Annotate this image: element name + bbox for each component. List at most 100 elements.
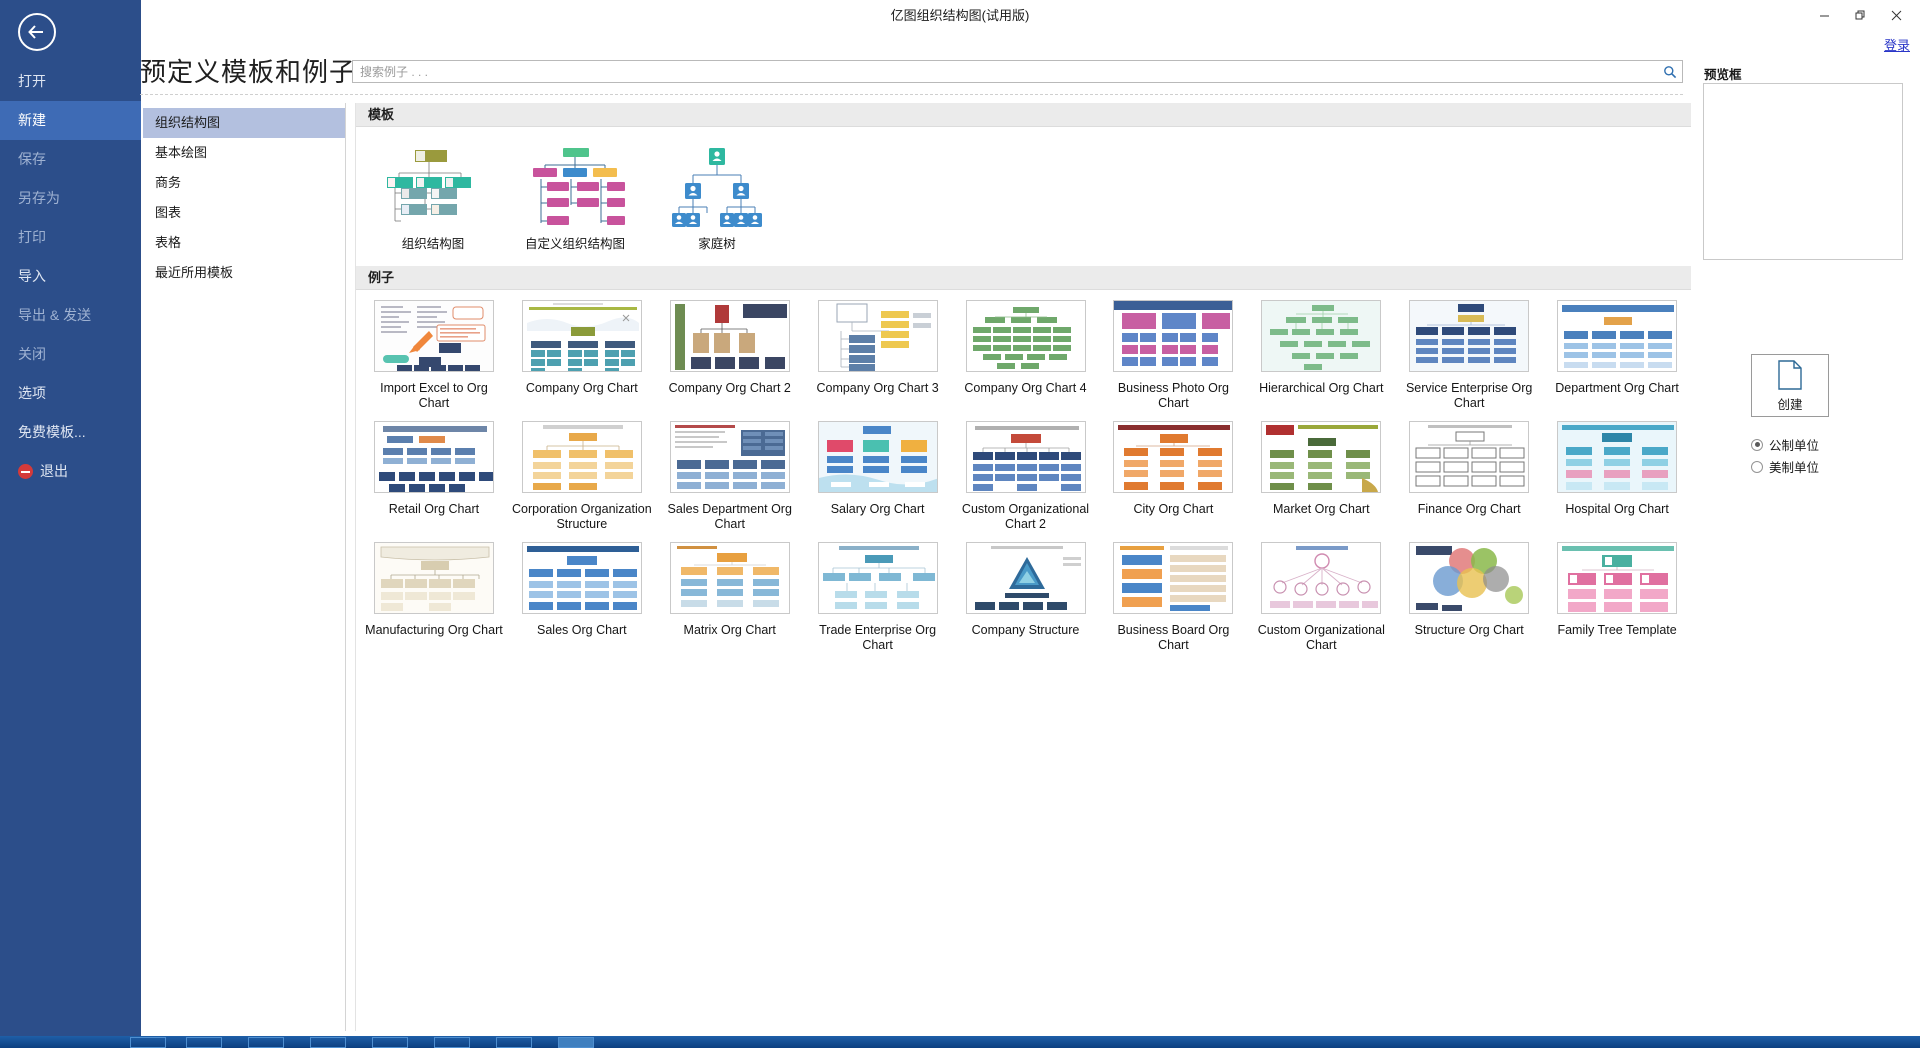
example-card[interactable]: Sales Org Chart: [508, 532, 656, 653]
taskbar-item[interactable]: [130, 1037, 166, 1048]
template-card-org-chart[interactable]: 组织结构图: [362, 143, 504, 266]
header-divider: [140, 94, 1683, 95]
nav-item-print[interactable]: 打印: [0, 218, 141, 257]
nav-item-export-send[interactable]: 导出 & 发送: [0, 296, 141, 335]
unit-option-metric[interactable]: 公制单位: [1751, 435, 1819, 454]
example-label: Company Org Chart 4: [964, 381, 1087, 395]
category-item-basic-draw[interactable]: 基本绘图: [143, 138, 345, 168]
example-thumbnail: [1409, 542, 1530, 614]
taskbar-item-active[interactable]: [558, 1037, 594, 1048]
preview-title: 预览框: [1704, 68, 1742, 82]
example-card[interactable]: Salary Org Chart: [804, 411, 952, 532]
radio-metric[interactable]: [1751, 438, 1763, 451]
category-item-org-chart[interactable]: 组织结构图: [143, 108, 345, 138]
category-item-business[interactable]: 商务: [143, 168, 345, 198]
login-link[interactable]: 登录: [1884, 35, 1910, 54]
template-card-custom-org-chart[interactable]: 自定义组织结构图: [504, 143, 646, 266]
nav-item-options[interactable]: 选项: [0, 374, 141, 413]
taskbar-item[interactable]: [248, 1037, 284, 1048]
example-card[interactable]: Company Org Chart 4: [952, 290, 1100, 411]
example-card[interactable]: Matrix Org Chart: [656, 532, 804, 653]
restore-button[interactable]: [1842, 2, 1878, 28]
example-thumbnail: [521, 542, 642, 614]
example-card[interactable]: Retail Org Chart: [360, 411, 508, 532]
example-card[interactable]: Company Org Chart: [508, 290, 656, 411]
nav-item-close[interactable]: 关闭: [0, 335, 141, 374]
example-card[interactable]: Market Org Chart: [1247, 411, 1395, 532]
example-card[interactable]: Hospital Org Chart: [1543, 411, 1691, 532]
example-thumbnail: [1557, 421, 1678, 493]
close-button[interactable]: [1878, 2, 1914, 28]
taskbar-item[interactable]: [186, 1037, 222, 1048]
category-item-recent[interactable]: 最近所用模板: [143, 258, 345, 288]
preview-panel: 预览框 创建 公制单位 美制单位: [1695, 58, 1920, 1018]
category-item-tables[interactable]: 表格: [143, 228, 345, 258]
unit-option-imperial-label: 美制单位: [1769, 461, 1820, 475]
example-label: Custom Organizational Chart 2: [961, 502, 1090, 531]
template-card-family-tree[interactable]: 家庭树: [646, 143, 788, 266]
example-label: Finance Org Chart: [1417, 502, 1521, 516]
template-thumbnail: [366, 143, 500, 229]
close-icon: [1891, 10, 1901, 20]
nav-item-new[interactable]: 新建: [0, 101, 141, 140]
nav-item-open[interactable]: 打开: [0, 62, 141, 101]
window-title: 亿图组织结构图(试用版): [890, 8, 1030, 23]
example-label: Company Structure: [971, 623, 1080, 637]
nav-item-exit-label: 退出: [40, 463, 68, 479]
example-card[interactable]: Custom Organizational Chart 2: [952, 411, 1100, 532]
example-card[interactable]: Company Org Chart 2: [656, 290, 804, 411]
example-card[interactable]: Finance Org Chart: [1395, 411, 1543, 532]
exit-icon: [18, 464, 33, 479]
examples-row: Manufacturing Org Chart Sales Org Chart …: [356, 532, 1691, 653]
example-card[interactable]: Hierarchical Org Chart: [1247, 290, 1395, 411]
example-thumbnail: [965, 421, 1086, 493]
left-navigation: 打开 新建 保存 另存为 打印 导入 导出 & 发送 关闭 选项 免费模板...…: [0, 0, 141, 1036]
radio-imperial[interactable]: [1751, 460, 1763, 473]
example-card[interactable]: Sales Department Org Chart: [656, 411, 804, 532]
nav-item-save[interactable]: 保存: [0, 140, 141, 179]
example-label: City Org Chart: [1133, 502, 1214, 516]
example-label: Department Org Chart: [1555, 381, 1679, 395]
template-label: 组织结构图: [401, 237, 465, 251]
example-label: Manufacturing Org Chart: [365, 623, 503, 637]
search-icon[interactable]: [1658, 65, 1682, 79]
example-card[interactable]: Company Structure: [952, 532, 1100, 653]
example-card[interactable]: Manufacturing Org Chart: [360, 532, 508, 653]
example-card[interactable]: Family Tree Template: [1543, 532, 1691, 653]
taskbar-item[interactable]: [372, 1037, 408, 1048]
category-panel: 组织结构图 基本绘图 商务 图表 表格 最近所用模板: [143, 103, 346, 1031]
example-thumbnail: [1113, 542, 1234, 614]
example-card[interactable]: City Org Chart: [1099, 411, 1247, 532]
template-thumbnail: [650, 143, 784, 229]
category-item-charts[interactable]: 图表: [143, 198, 345, 228]
nav-item-import[interactable]: 导入: [0, 257, 141, 296]
taskbar-item[interactable]: [310, 1037, 346, 1048]
example-card[interactable]: Business Board Org Chart: [1099, 532, 1247, 653]
example-card[interactable]: Company Org Chart 3: [804, 290, 952, 411]
example-thumbnail: [965, 542, 1086, 614]
taskbar[interactable]: [0, 1036, 1920, 1048]
search-box[interactable]: [352, 60, 1683, 83]
example-card[interactable]: Structure Org Chart: [1395, 532, 1543, 653]
back-button[interactable]: [18, 13, 56, 51]
nav-item-exit[interactable]: 退出: [0, 452, 141, 491]
example-card[interactable]: Service Enterprise Org Chart: [1395, 290, 1543, 411]
example-card[interactable]: Department Org Chart: [1543, 290, 1691, 411]
unit-option-imperial[interactable]: 美制单位: [1751, 457, 1819, 476]
example-card[interactable]: Import Excel to Org Chart: [360, 290, 508, 411]
taskbar-item[interactable]: [496, 1037, 532, 1048]
example-thumbnail: [1261, 300, 1382, 372]
example-label: Import Excel to Org Chart: [380, 381, 488, 410]
nav-item-free-templates[interactable]: 免费模板...: [0, 413, 141, 452]
minimize-button[interactable]: [1806, 2, 1842, 28]
example-card[interactable]: Custom Organizational Chart: [1247, 532, 1395, 653]
example-label: Company Org Chart: [525, 381, 638, 395]
nav-item-save-as[interactable]: 另存为: [0, 179, 141, 218]
example-card[interactable]: Business Photo Org Chart: [1099, 290, 1247, 411]
example-card[interactable]: Trade Enterprise Org Chart: [804, 532, 952, 653]
content-area: 模板 组织结构图 自定义组织结构图 家庭树 例子 Import Excel to…: [355, 103, 1691, 1031]
search-input[interactable]: [353, 61, 1658, 82]
example-card[interactable]: Corporation Organization Structure: [508, 411, 656, 532]
taskbar-item[interactable]: [434, 1037, 470, 1048]
create-button[interactable]: 创建: [1751, 354, 1829, 417]
